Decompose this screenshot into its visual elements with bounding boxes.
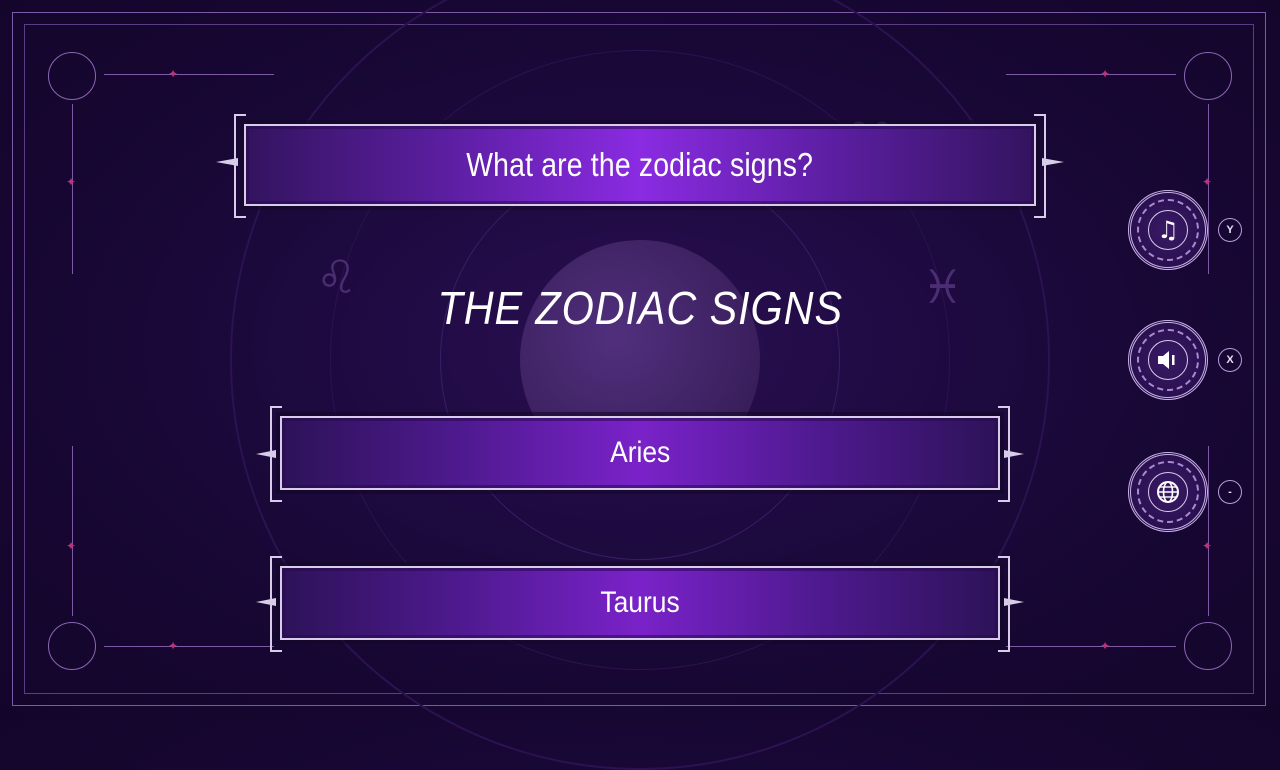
music-note-icon: ♫	[1148, 210, 1188, 250]
globe-icon	[1148, 472, 1188, 512]
ornament-line	[104, 646, 274, 647]
frame-spike	[256, 598, 276, 606]
answer-button-2[interactable]: Taurus	[280, 566, 1000, 640]
ornament-line	[1208, 446, 1209, 616]
ornament-line	[72, 446, 73, 616]
star-icon: ✦	[66, 175, 77, 189]
key-hint-y: Y	[1218, 218, 1242, 242]
star-icon: ✦	[168, 67, 179, 81]
answer-button-1[interactable]: Aries	[280, 416, 1000, 490]
question-banner: What are the zodiac signs?	[244, 124, 1036, 206]
frame-spike	[256, 450, 276, 458]
globe-icon-svg	[1157, 481, 1179, 503]
language-button[interactable]	[1128, 452, 1208, 532]
star-icon: ✦	[1100, 639, 1111, 653]
speaker-icon	[1148, 340, 1188, 380]
star-icon: ✦	[1202, 175, 1213, 189]
star-icon: ✦	[1100, 67, 1111, 81]
ornament-line	[72, 104, 73, 274]
star-icon: ✦	[168, 639, 179, 653]
ornament-line	[1006, 646, 1176, 647]
category-title-text: THE ZODIAC SIGNS	[437, 282, 843, 334]
speaker-icon-svg	[1158, 351, 1175, 369]
music-toggle-button[interactable]: ♫	[1128, 190, 1208, 270]
button-ring: ♫	[1137, 199, 1199, 261]
corner-ornament	[48, 52, 96, 100]
corner-ornament	[1184, 622, 1232, 670]
frame-spike	[1042, 158, 1064, 166]
corner-ornament	[48, 622, 96, 670]
star-icon: ✦	[1202, 539, 1213, 553]
frame-spike	[216, 158, 238, 166]
answer-label: Aries	[609, 436, 671, 469]
ornament-line	[1208, 104, 1209, 274]
star-icon: ✦	[66, 539, 77, 553]
ornament-line	[1006, 74, 1176, 75]
button-ring	[1137, 461, 1199, 523]
button-ring	[1137, 329, 1199, 391]
sound-toggle-button[interactable]	[1128, 320, 1208, 400]
answer-label: Taurus	[600, 586, 680, 619]
ornament-line	[104, 74, 274, 75]
frame-spike	[1004, 598, 1024, 606]
frame-spike	[1004, 450, 1024, 458]
key-hint-x: X	[1218, 348, 1242, 372]
corner-ornament	[1184, 52, 1232, 100]
question-text: What are the zodiac signs?	[466, 146, 814, 183]
category-title: THE ZODIAC SIGNS	[340, 278, 940, 338]
key-hint-minus: -	[1218, 480, 1242, 504]
